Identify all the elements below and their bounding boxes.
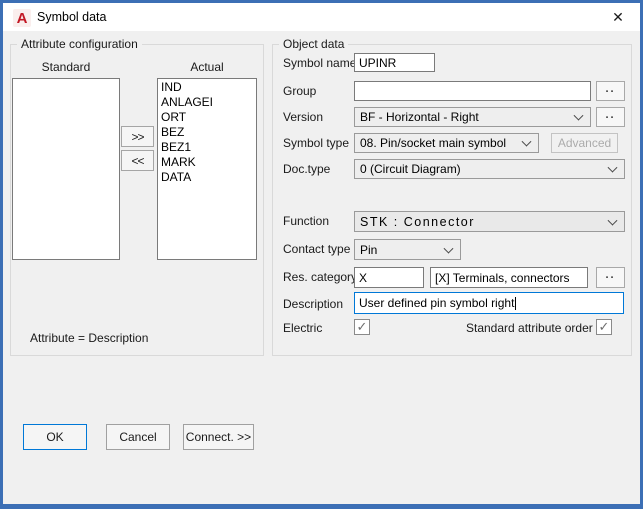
close-button[interactable]: ✕ xyxy=(599,3,637,31)
res-category-browse-button[interactable]: .. xyxy=(596,267,625,288)
window-title: Symbol data xyxy=(37,10,107,24)
actual-attributes-list[interactable]: IND ANLAGEI ORT BEZ BEZ1 MARK DATA xyxy=(157,78,257,260)
close-icon: ✕ xyxy=(612,8,624,25)
symbol-type-label: Symbol type xyxy=(283,136,350,150)
contact-type-select[interactable]: Pin xyxy=(354,239,461,260)
description-input[interactable]: User defined pin symbol right xyxy=(354,292,624,314)
standard-attribute-order-label: Standard attribute order xyxy=(466,321,593,335)
res-category-code-input[interactable]: X xyxy=(354,267,424,288)
symbol-name-input[interactable]: UPINR xyxy=(354,53,435,72)
chevron-down-icon xyxy=(521,136,532,147)
symbol-type-select[interactable]: 08. Pin/socket main symbol xyxy=(354,133,539,153)
move-right-button[interactable]: >> xyxy=(121,126,154,147)
advanced-button: Advanced xyxy=(551,133,618,153)
check-icon: ✓ xyxy=(598,319,610,334)
chevron-down-icon xyxy=(573,110,584,121)
actual-list-label: Actual xyxy=(190,60,224,74)
ok-button[interactable]: OK xyxy=(23,424,87,450)
list-item[interactable]: IND xyxy=(161,80,256,95)
version-label: Version xyxy=(283,110,324,124)
move-left-button[interactable]: << xyxy=(121,150,154,171)
group-label: Group xyxy=(283,84,317,98)
function-select[interactable]: STK : Connector xyxy=(354,211,625,232)
list-item[interactable]: MARK xyxy=(161,155,256,170)
object-data-group-label: Object data xyxy=(279,37,349,51)
attribute-configuration-group-label: Attribute configuration xyxy=(17,37,142,51)
chevron-down-icon xyxy=(443,243,454,254)
list-item[interactable]: BEZ1 xyxy=(161,140,256,155)
res-category-label: Res. category xyxy=(283,270,358,284)
cancel-button[interactable]: Cancel xyxy=(106,424,170,450)
doc-type-select[interactable]: 0 (Circuit Diagram) xyxy=(354,159,625,179)
list-item[interactable]: ANLAGEI xyxy=(161,95,256,110)
version-browse-button[interactable]: .. xyxy=(596,107,625,127)
electric-label: Electric xyxy=(283,321,323,335)
res-category-name-input[interactable]: [X] Terminals, connectors xyxy=(430,267,588,288)
title-bar: A Symbol data ✕ xyxy=(3,3,640,31)
connect-button[interactable]: Connect. >> xyxy=(183,424,254,450)
standard-list-label: Standard xyxy=(41,60,91,74)
standard-attribute-order-checkbox[interactable]: ✓ xyxy=(596,319,612,335)
list-item[interactable]: DATA xyxy=(161,170,256,185)
attribute-description-note: Attribute = Description xyxy=(30,331,149,345)
list-item[interactable]: BEZ xyxy=(161,125,256,140)
chevron-down-icon xyxy=(607,215,618,226)
group-input[interactable] xyxy=(354,81,591,101)
contact-type-label: Contact type xyxy=(283,242,351,256)
chevron-down-icon xyxy=(607,162,618,173)
text-caret xyxy=(515,296,517,310)
group-browse-button[interactable]: .. xyxy=(596,81,625,101)
symbol-data-dialog: A Symbol data ✕ Attribute configuration … xyxy=(0,0,643,509)
symbol-name-label: Symbol name xyxy=(283,56,357,70)
function-label: Function xyxy=(283,214,330,228)
electric-checkbox[interactable]: ✓ xyxy=(354,319,370,335)
autocad-app-icon: A xyxy=(13,9,31,27)
list-item[interactable]: ORT xyxy=(161,110,256,125)
doc-type-label: Doc.type xyxy=(283,162,331,176)
description-label: Description xyxy=(283,297,344,311)
standard-attributes-list[interactable] xyxy=(12,78,120,260)
version-select[interactable]: BF - Horizontal - Right xyxy=(354,107,591,127)
check-icon: ✓ xyxy=(356,319,368,334)
